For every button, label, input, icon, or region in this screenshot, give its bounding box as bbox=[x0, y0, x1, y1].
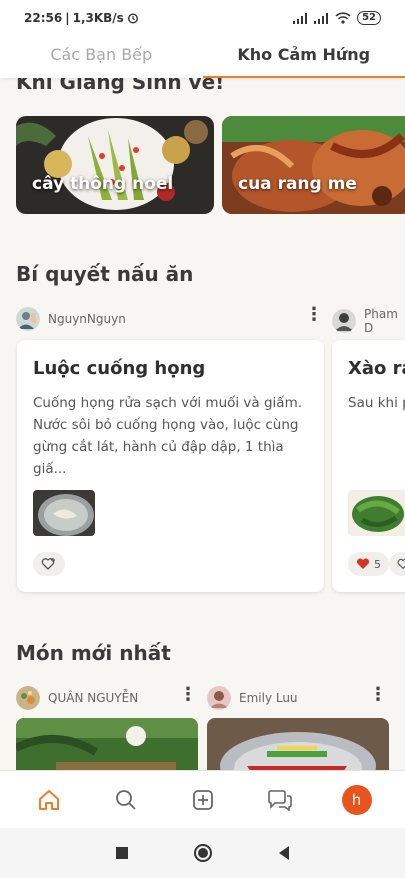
bottom-nav: h bbox=[0, 770, 405, 828]
alarm-icon bbox=[127, 13, 138, 24]
signal-icon-2 bbox=[314, 12, 329, 24]
nav-profile[interactable]: h bbox=[337, 780, 377, 820]
section-title-latest: Món mới nhất bbox=[16, 641, 171, 665]
network-speed: 1,3KB/s bbox=[72, 11, 124, 25]
tip-title: Xào ra bbox=[348, 358, 405, 379]
avatar bbox=[16, 307, 40, 331]
tip-card[interactable]: Xào ra Sau khi p Nhưng c rau vào c 5 bbox=[332, 340, 405, 592]
tip-thumbnail bbox=[33, 490, 95, 536]
inspiration-card[interactable]: cây thông noel bbox=[16, 116, 214, 214]
like-count: 5 bbox=[374, 557, 381, 571]
main-feed[interactable]: Khi Giáng Sinh về! cây thông noel cua ra… bbox=[0, 78, 405, 770]
section-title-tips: Bí quyết nấu ăn bbox=[16, 262, 194, 286]
tip-description: Sau khi p Nhưng c rau vào c bbox=[348, 395, 405, 411]
chat-icon bbox=[267, 789, 292, 811]
status-bar: 22:56 | 1,3KB/s 52 bbox=[0, 0, 405, 36]
inspiration-image bbox=[16, 116, 214, 214]
back-icon[interactable] bbox=[277, 845, 291, 861]
recipe-image bbox=[16, 718, 198, 770]
tip-description: Cuống họng rửa sạch với muối và giấm. Nư… bbox=[33, 395, 303, 477]
author-name: NguynNguyn bbox=[48, 312, 126, 326]
add-icon bbox=[192, 789, 213, 810]
tip-thumbnail-image bbox=[348, 490, 405, 536]
author-name: Emily Luu bbox=[239, 691, 298, 705]
status-time: 22:56 bbox=[24, 11, 63, 25]
top-tabs: Các Bạn Bếp Kho Cảm Hứng bbox=[0, 36, 405, 78]
nav-search[interactable] bbox=[106, 780, 146, 820]
avatar bbox=[207, 686, 231, 710]
recipe-card-image[interactable] bbox=[16, 718, 198, 770]
battery-indicator: 52 bbox=[357, 11, 381, 25]
home-icon bbox=[38, 789, 59, 810]
avatar bbox=[16, 686, 40, 710]
tab-kho-cam-hung[interactable]: Kho Cảm Hứng bbox=[202, 36, 405, 78]
author-name: Pham D bbox=[364, 307, 398, 335]
recipe-author[interactable]: QUÂN NGUYỄN bbox=[16, 686, 138, 710]
tip-author[interactable]: NguynNguyn bbox=[16, 307, 126, 331]
like-button[interactable]: 5 bbox=[348, 552, 389, 576]
tab-cac-ban-bep[interactable]: Các Bạn Bếp bbox=[0, 36, 203, 78]
author-name: QUÂN NGUYỄN bbox=[48, 691, 139, 705]
home-button-icon[interactable] bbox=[193, 843, 213, 863]
tip-author[interactable]: Pham D bbox=[332, 307, 405, 335]
avatar bbox=[332, 309, 356, 333]
inspiration-card-label: cua rang me bbox=[238, 174, 357, 194]
signal-icon bbox=[293, 12, 308, 24]
tip-thumbnail bbox=[348, 490, 405, 536]
heart-plus-icon bbox=[397, 558, 405, 570]
more-options-icon[interactable]: ⋮ bbox=[369, 686, 387, 704]
user-avatar: h bbox=[341, 784, 372, 815]
more-options-icon[interactable]: ⋮ bbox=[305, 306, 323, 324]
react-button[interactable] bbox=[389, 552, 405, 576]
search-icon bbox=[115, 789, 136, 810]
nav-add[interactable] bbox=[183, 780, 223, 820]
recent-apps-icon[interactable] bbox=[115, 846, 129, 860]
recipe-card-image[interactable] bbox=[207, 718, 389, 770]
tip-thumbnail-image bbox=[33, 490, 95, 536]
heart-plus-icon bbox=[41, 558, 55, 570]
tip-title: Luộc cuống họng bbox=[33, 358, 206, 379]
recipe-image bbox=[207, 718, 389, 770]
inspiration-card[interactable]: cua rang me bbox=[222, 116, 405, 214]
nav-chat[interactable] bbox=[260, 780, 300, 820]
inspiration-image bbox=[222, 116, 405, 214]
recipe-author[interactable]: Emily Luu bbox=[207, 686, 298, 710]
more-options-icon[interactable]: ⋮ bbox=[179, 686, 197, 704]
tip-card[interactable]: Luộc cuống họng Cuống họng rửa sạch với … bbox=[17, 340, 324, 592]
inspiration-card-label: cây thông noel bbox=[32, 174, 174, 194]
system-nav-bar bbox=[0, 828, 405, 878]
heart-icon bbox=[356, 558, 370, 569]
section-title-inspiration: Khi Giáng Sinh về! bbox=[16, 78, 225, 94]
react-button[interactable] bbox=[33, 552, 65, 576]
nav-home[interactable] bbox=[29, 780, 69, 820]
wifi-icon bbox=[335, 12, 351, 24]
